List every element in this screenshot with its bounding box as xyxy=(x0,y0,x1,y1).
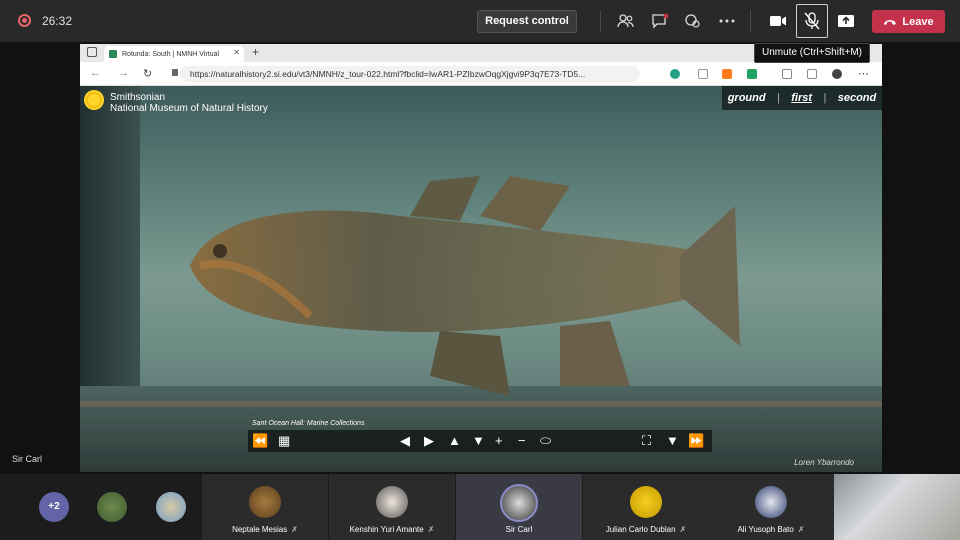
avatar xyxy=(376,486,408,518)
participant-name-text: Julian Carlo Dublan xyxy=(605,525,676,534)
tab-actions-icon[interactable] xyxy=(87,47,97,57)
tab-title: Rotunda: South | NMNH Virtual xyxy=(122,50,220,58)
extension-icon[interactable] xyxy=(722,69,732,79)
toolbar-divider xyxy=(750,10,751,32)
participant-tile-speaking[interactable]: Sir Carl xyxy=(456,474,582,540)
virtual-tour-viewport[interactable]: Smithsonian National Museum of Natural H… xyxy=(80,86,882,472)
mic-off-icon: ✗ xyxy=(291,525,298,534)
more-options-icon[interactable] xyxy=(715,9,739,33)
participant-name-text: Kenshin Yuri Amante xyxy=(349,525,424,534)
share-screen-icon[interactable] xyxy=(834,9,858,33)
extension-icon[interactable] xyxy=(698,69,708,79)
site-favicon-icon xyxy=(109,50,117,58)
extension-icon[interactable] xyxy=(670,69,680,79)
floor-second[interactable]: second xyxy=(838,92,877,104)
close-tab-icon[interactable]: ✕ xyxy=(233,48,240,57)
profile-avatar[interactable] xyxy=(832,69,842,79)
fast-forward-icon[interactable]: ⏩ xyxy=(688,433,704,449)
reload-icon[interactable]: ↻ xyxy=(143,67,152,80)
participant-tile[interactable]: Kenshin Yuri Amante ✗ xyxy=(329,474,455,540)
smithsonian-sun-logo xyxy=(84,90,104,110)
camera-icon[interactable] xyxy=(766,9,790,33)
browser-tab[interactable]: Rotunda: South | NMNH Virtual ✕ xyxy=(104,46,244,62)
pan-up-icon[interactable]: ▲ xyxy=(448,433,461,449)
avatar[interactable] xyxy=(156,492,186,522)
participant-strip: +2 Neptale Mesias ✗ Kenshin Yuri Amante ✗ … xyxy=(0,474,960,540)
avatar xyxy=(755,486,787,518)
back-icon[interactable]: ← xyxy=(90,67,101,79)
museum-name: Smithsonian National Museum of Natural H… xyxy=(110,92,268,114)
browser-window: Rotunda: South | NMNH Virtual ✕ + ← → ↻ … xyxy=(80,44,882,472)
rewind-icon[interactable]: ⏪ xyxy=(252,433,268,449)
hide-controls-icon[interactable]: ▼ xyxy=(666,433,679,449)
new-tab-icon[interactable]: + xyxy=(252,45,259,59)
avatar xyxy=(500,484,538,522)
participants-icon[interactable] xyxy=(614,9,638,33)
floor-ground[interactable]: ground xyxy=(728,92,766,104)
tour-controls: ⏪ ▦ ◀ ▶ ▲ ▼ + − ⬭ ⛶ ▼ ⏩ xyxy=(248,430,712,452)
floor-first[interactable]: first xyxy=(791,92,812,104)
photo-credit: Loren Ybarrondo xyxy=(794,458,854,467)
participant-tile[interactable]: Ali Yusoph Bato ✗ xyxy=(708,474,834,540)
zoom-in-icon[interactable]: + xyxy=(495,433,503,449)
thumbnails-grid-icon[interactable]: ▦ xyxy=(278,433,290,449)
participant-name: Ali Yusoph Bato ✗ xyxy=(708,525,834,534)
participant-name: Neptale Mesias ✗ xyxy=(202,525,328,534)
hang-up-icon xyxy=(884,19,897,25)
fullscreen-icon[interactable]: ⛶ xyxy=(642,433,651,449)
mic-off-icon: ✗ xyxy=(797,525,805,534)
mic-off-icon: ✗ xyxy=(679,525,687,534)
avatar xyxy=(630,486,662,518)
museum-title: National Museum of Natural History xyxy=(110,103,268,114)
recording-icon xyxy=(18,14,31,27)
toolbar-divider xyxy=(600,10,601,32)
vr-mode-icon[interactable]: ⬭ xyxy=(540,433,551,449)
coelacanth-specimen xyxy=(190,176,740,396)
participant-tile[interactable]: Julian Carlo Dublan ✗ xyxy=(583,474,709,540)
participant-name-text: Neptale Mesias xyxy=(232,525,288,534)
url-field[interactable]: https://naturalhistory2.si.edu/vt3/NMNH/… xyxy=(180,66,640,82)
request-control-button[interactable]: Request control xyxy=(477,10,577,33)
address-bar-row: ← → ↻ https://naturalhistory2.si.edu/vt3… xyxy=(80,62,882,86)
shared-screen: Rotunda: South | NMNH Virtual ✕ + ← → ↻ … xyxy=(0,42,960,474)
meeting-timer: 26:32 xyxy=(42,14,73,28)
participant-tile[interactable]: Neptale Mesias ✗ xyxy=(202,474,328,540)
participant-name: Julian Carlo Dublan ✗ xyxy=(583,525,709,534)
org-name: Smithsonian xyxy=(110,92,166,103)
mic-muted-button[interactable] xyxy=(796,4,828,38)
extension-icon[interactable] xyxy=(747,69,757,79)
favorites-icon[interactable] xyxy=(782,69,792,79)
lock-icon xyxy=(172,69,178,76)
unmute-tooltip: Unmute (Ctrl+Shift+M) xyxy=(754,43,870,63)
mic-off-icon xyxy=(804,12,820,30)
meeting-toolbar: 26:32 Request control Leave xyxy=(0,0,960,42)
participant-name-text: Sir Carl xyxy=(505,525,533,534)
scene-caption: Sant Ocean Hall: Marine Collections xyxy=(252,420,365,427)
reactions-icon[interactable] xyxy=(681,9,705,33)
participant-name-text: Ali Yusoph Bato xyxy=(737,525,794,534)
browser-menu-icon[interactable]: ⋯ xyxy=(858,67,869,80)
pan-left-icon[interactable]: ◀ xyxy=(400,433,410,449)
participant-name: Kenshin Yuri Amante ✗ xyxy=(329,525,455,534)
floor-separator: | xyxy=(823,92,827,104)
overflow-participants-badge[interactable]: +2 xyxy=(39,492,69,522)
avatar xyxy=(249,486,281,518)
collections-icon[interactable] xyxy=(807,69,817,79)
forward-icon[interactable]: → xyxy=(118,67,129,79)
floor-selector: ground | first | second xyxy=(722,86,882,110)
participant-name: Sir Carl xyxy=(456,525,582,534)
chat-icon[interactable] xyxy=(648,9,672,33)
pan-right-icon[interactable]: ▶ xyxy=(424,433,434,449)
pan-down-icon[interactable]: ▼ xyxy=(472,433,485,449)
zoom-out-icon[interactable]: − xyxy=(518,433,526,449)
leave-button[interactable]: Leave xyxy=(872,10,945,33)
self-video-preview xyxy=(834,474,960,540)
floor-separator: | xyxy=(777,92,780,104)
avatar[interactable] xyxy=(97,492,127,522)
presenter-label: Sir Carl xyxy=(12,454,43,464)
mic-off-icon: ✗ xyxy=(427,525,435,534)
leave-label: Leave xyxy=(902,15,934,28)
